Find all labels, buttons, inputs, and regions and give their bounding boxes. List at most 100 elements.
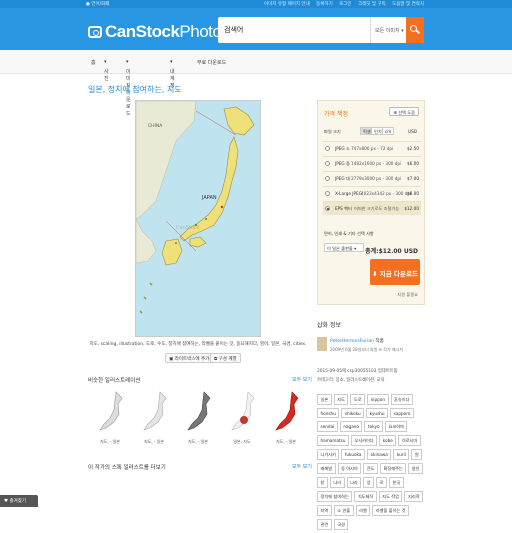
nav-home[interactable]: 홈 bbox=[91, 59, 96, 66]
price-row-dims: 4023x4342 px - 300 dpi bbox=[361, 191, 412, 196]
search-icon-handle bbox=[416, 29, 420, 34]
keyword-tag[interactable]: 라벨 bbox=[355, 505, 371, 516]
similar-thumb-2[interactable]: 지도, - 일본 bbox=[132, 388, 176, 446]
keyword-tag[interactable]: 큰도 bbox=[363, 463, 379, 474]
radio-button[interactable] bbox=[325, 146, 330, 151]
keyword-tag[interactable]: 오사카이다 bbox=[351, 435, 378, 446]
price-row-dims: 1482x1600 px - 300 dpi bbox=[351, 161, 402, 166]
keyword-tag[interactable]: tokyo bbox=[364, 421, 384, 432]
add-to-lightbox-button[interactable]: ▣ 라이트박스에 추가 bbox=[165, 353, 214, 363]
keyword-tag[interactable]: fukuoka bbox=[341, 449, 365, 460]
nav-free-download[interactable]: 무료 다운로드 bbox=[197, 59, 226, 66]
keyword-tag[interactable]: 나라 bbox=[329, 477, 345, 488]
more-by-see-all-link[interactable]: 모두 보기 bbox=[292, 463, 312, 470]
nav-photos-label: 사진 bbox=[104, 69, 109, 82]
keyword-tag[interactable]: 로 bbox=[376, 477, 388, 488]
search-button[interactable] bbox=[406, 17, 424, 43]
keyword-tag[interactable]: 국경 bbox=[333, 519, 349, 530]
keyword-tag[interactable]: kuril bbox=[393, 449, 410, 460]
keyword-tag[interactable]: 한국 bbox=[389, 477, 404, 488]
map-thumbnail-icon bbox=[99, 391, 123, 431]
similar-series-button[interactable]: ⧉ 구성 계열 bbox=[210, 353, 241, 363]
license-select[interactable]: 이 일은 출판물 ▾ bbox=[324, 243, 364, 252]
similar-thumb-4[interactable]: 일본, 지도 bbox=[220, 388, 264, 446]
favorites-tab[interactable]: ♥ 즐겨찾기 bbox=[0, 495, 38, 507]
keyword-tag[interactable]: 앙 bbox=[363, 477, 375, 488]
keyword-tag[interactable]: 관련 bbox=[317, 519, 332, 530]
similar-see-all-link[interactable]: 모두 보기 bbox=[292, 376, 312, 383]
keyword-tag[interactable]: honshu bbox=[317, 408, 340, 418]
radio-button[interactable] bbox=[325, 191, 330, 196]
search-scope-dropdown[interactable]: 모든 이미지 ▾ bbox=[370, 17, 405, 43]
top-link-guide[interactable]: 이미지 유형 페이지 안내 bbox=[264, 2, 310, 7]
nav-image-download[interactable]: 이미지 다운로드 ▾ bbox=[126, 59, 131, 117]
keyword-tag[interactable]: 나가사키 bbox=[317, 449, 340, 460]
top-link-help[interactable]: 도움말 및 연락처 bbox=[392, 2, 424, 7]
author-subline[interactable]: 2009년 6월 28일부터 회원 ✉ 작가 메시지 bbox=[330, 347, 403, 353]
help-choose-button[interactable]: ⊕ 선택 도움 bbox=[389, 107, 419, 116]
keyword-tag[interactable]: kobe bbox=[379, 435, 397, 446]
keyword-tag[interactable]: 요코하마 bbox=[385, 421, 408, 432]
price-row-dims: 2779x3000 px - 300 dpi bbox=[351, 176, 402, 181]
keyword-tag[interactable]: 지리학 bbox=[404, 491, 424, 502]
top-link-credits[interactable]: 크레딧 및 구독 bbox=[358, 2, 386, 7]
favorites-label: 즐겨찾기 bbox=[9, 499, 27, 504]
keyword-tag[interactable]: hamamatsu bbox=[317, 435, 349, 446]
main-illustration[interactable]: CHINA JAPAN CanStock bbox=[135, 100, 261, 337]
radio-button-selected[interactable] bbox=[325, 206, 330, 211]
keyword-tag[interactable]: 소 연출 bbox=[333, 505, 354, 516]
logo[interactable]: CanStock Photo bbox=[88, 22, 222, 42]
author-block: PeterHermesFurian 작품 2009년 6월 28일부터 회원 ✉… bbox=[317, 335, 425, 359]
camera-icon bbox=[88, 26, 102, 38]
keyword-tag[interactable]: 히로시마 bbox=[398, 435, 421, 446]
language-selector[interactable]: ● 언어/화폐 bbox=[86, 1, 109, 7]
keyword-tag[interactable]: 나라 bbox=[346, 477, 362, 488]
keyword-tag[interactable]: 동 아시아 bbox=[337, 463, 362, 474]
similar-thumb-5[interactable]: 지도, - 일본 bbox=[264, 388, 308, 446]
keyword-tag[interactable]: 정치에 참여하는 bbox=[317, 491, 353, 502]
price-row-jpeg-large[interactable]: JPEG 대 2779x3000 px - 300 dpi $7.00 bbox=[323, 171, 421, 185]
price-row-jpeg-xlarge[interactable]: X-Large JPEG 4023x4342 px - 300 dpi $8.0… bbox=[323, 186, 421, 200]
keyword-tag[interactable]: 라벨을 붙이는 것 bbox=[372, 505, 409, 516]
author-avatar[interactable] bbox=[317, 337, 327, 351]
unit-cm-toggle[interactable]: cm bbox=[382, 127, 395, 135]
keyword-tag[interactable]: 원 bbox=[411, 449, 423, 460]
price-row-dims: 어떠한 크기로도 조절가능 bbox=[354, 206, 400, 211]
price-row-jpeg-medium[interactable]: JPEG 중 1482x1600 px - 300 dpi $6.00 bbox=[323, 156, 421, 170]
keyword-tag[interactable]: 치도제작 bbox=[354, 491, 377, 502]
radio-button[interactable] bbox=[325, 176, 330, 181]
keyword-tag[interactable]: 창 bbox=[317, 477, 328, 488]
similar-thumb-3[interactable]: 지도, - 일본 bbox=[176, 388, 220, 446]
keyword-tag[interactable]: 확장해주는 bbox=[380, 463, 407, 474]
keyword-tag[interactable]: sendai bbox=[317, 421, 338, 432]
similar-series-label: 구성 계열 bbox=[218, 357, 237, 362]
keyword-tag[interactable]: 지도 작업 bbox=[378, 491, 403, 502]
keyword-tag[interactable]: shikoku bbox=[341, 408, 365, 418]
nav-my-account[interactable]: 내 계정 ▾ bbox=[170, 59, 175, 89]
price-row-jpeg-small[interactable]: JPEG 소 747x800 px - 72 dpi $2.50 bbox=[323, 141, 421, 155]
keyword-tag[interactable]: sapporo bbox=[390, 408, 414, 418]
top-link-register[interactable]: 등록하기 bbox=[316, 2, 333, 7]
download-now-button[interactable]: ⬇ 지금 다운로드 bbox=[370, 259, 420, 285]
keyword-tag[interactable]: 혼슈이다 bbox=[390, 394, 413, 405]
keyword-tag[interactable]: nagano bbox=[339, 421, 363, 432]
nav-photos[interactable]: 사진 ▾ bbox=[104, 59, 109, 82]
keyword-tag[interactable]: 영인 bbox=[408, 463, 424, 474]
keyword-tag[interactable]: 지도 bbox=[333, 394, 349, 405]
author-name-link[interactable]: PeterHermesFurian bbox=[330, 339, 374, 344]
category-line[interactable]: 카테고리: 장소, 일러스트레이션, 교육 bbox=[317, 377, 432, 383]
keyword-tag[interactable]: kyushu bbox=[366, 408, 389, 418]
similar-thumb-1[interactable]: 지도, - 일본 bbox=[88, 388, 132, 446]
keyword-tag[interactable]: 일본 bbox=[317, 394, 332, 405]
keyword-tag[interactable]: nippon bbox=[367, 394, 389, 405]
price-row-eps-vector[interactable]: EPS 벡터 어떠한 크기로도 조절가능 $12.00 bbox=[323, 201, 421, 215]
keyword-tag[interactable]: 지역 bbox=[317, 505, 332, 516]
keyword-tag[interactable]: 래해발 bbox=[317, 463, 336, 474]
keyword-tag[interactable]: 도로 bbox=[350, 394, 366, 405]
top-link-login[interactable]: 로그인 bbox=[339, 2, 351, 7]
search-input[interactable]: 검색어 bbox=[224, 25, 243, 35]
keyword-tag[interactable]: okinawa bbox=[366, 449, 392, 460]
no-support-link[interactable]: 지원 불필요 bbox=[397, 292, 418, 298]
radio-button[interactable] bbox=[325, 161, 330, 166]
japan-map-image: CHINA JAPAN CanStock bbox=[136, 101, 260, 336]
